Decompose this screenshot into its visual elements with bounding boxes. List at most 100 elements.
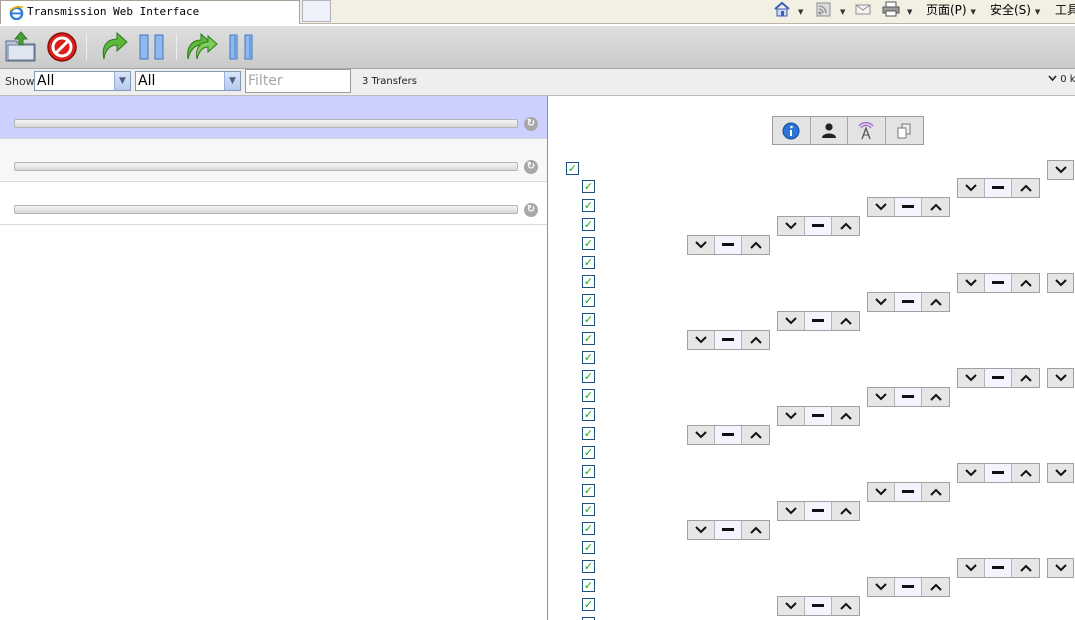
resume-all-icon[interactable] <box>184 29 220 65</box>
file-checkbox[interactable]: ✓ <box>582 427 595 440</box>
pause-all-icon[interactable] <box>225 29 261 65</box>
priority-high-button[interactable] <box>922 578 949 596</box>
priority-low-button[interactable] <box>958 559 985 577</box>
priority-normal-button[interactable] <box>985 274 1012 292</box>
torrent-row[interactable]: ↻ <box>0 139 547 182</box>
priority-high-button[interactable] <box>742 426 769 444</box>
priority-normal-button[interactable] <box>895 198 922 216</box>
priority-high-button[interactable] <box>832 407 859 425</box>
priority-normal-button[interactable] <box>715 426 742 444</box>
file-checkbox[interactable]: ✓ <box>582 541 595 554</box>
feed-dropdown[interactable]: ▼ <box>840 3 845 21</box>
expand-button[interactable] <box>1047 368 1074 388</box>
priority-normal-button[interactable] <box>715 521 742 539</box>
torrent-resume-icon[interactable]: ↻ <box>524 203 538 217</box>
expand-button[interactable] <box>1047 160 1074 180</box>
tab-files[interactable] <box>886 117 923 144</box>
priority-high-button[interactable] <box>1012 369 1039 387</box>
priority-high-button[interactable] <box>1012 559 1039 577</box>
priority-normal-button[interactable] <box>805 597 832 615</box>
resume-icon[interactable] <box>95 29 131 65</box>
priority-low-button[interactable] <box>958 274 985 292</box>
priority-normal-button[interactable] <box>805 502 832 520</box>
file-checkbox[interactable]: ✓ <box>582 199 595 212</box>
file-checkbox[interactable]: ✓ <box>582 294 595 307</box>
safety-menu[interactable]: 安全(S) ▼ <box>990 1 1040 19</box>
file-checkbox[interactable]: ✓ <box>582 218 595 231</box>
feed-icon[interactable] <box>814 1 834 17</box>
priority-normal-button[interactable] <box>985 559 1012 577</box>
priority-low-button[interactable] <box>688 521 715 539</box>
priority-high-button[interactable] <box>832 217 859 235</box>
new-tab-button[interactable] <box>302 0 331 22</box>
file-checkbox[interactable]: ✓ <box>582 275 595 288</box>
file-checkbox[interactable]: ✓ <box>582 370 595 383</box>
priority-high-button[interactable] <box>832 312 859 330</box>
file-checkbox[interactable]: ✓ <box>582 598 595 611</box>
priority-normal-button[interactable] <box>985 179 1012 197</box>
priority-normal-button[interactable] <box>805 407 832 425</box>
priority-low-button[interactable] <box>868 578 895 596</box>
priority-low-button[interactable] <box>688 236 715 254</box>
home-dropdown[interactable]: ▼ <box>798 3 803 21</box>
priority-low-button[interactable] <box>688 426 715 444</box>
priority-normal-button[interactable] <box>715 236 742 254</box>
priority-low-button[interactable] <box>778 597 805 615</box>
priority-low-button[interactable] <box>778 502 805 520</box>
torrent-resume-icon[interactable]: ↻ <box>524 160 538 174</box>
priority-normal-button[interactable] <box>715 331 742 349</box>
priority-low-button[interactable] <box>778 217 805 235</box>
priority-normal-button[interactable] <box>805 217 832 235</box>
torrent-row[interactable]: ↻ <box>0 96 547 139</box>
priority-high-button[interactable] <box>832 502 859 520</box>
print-icon[interactable] <box>881 1 901 17</box>
file-checkbox[interactable]: ✓ <box>582 446 595 459</box>
file-checkbox[interactable]: ✓ <box>582 313 595 326</box>
priority-low-button[interactable] <box>778 407 805 425</box>
priority-high-button[interactable] <box>742 236 769 254</box>
priority-low-button[interactable] <box>688 331 715 349</box>
priority-high-button[interactable] <box>832 597 859 615</box>
expand-button[interactable] <box>1047 558 1074 578</box>
pause-icon[interactable] <box>134 29 170 65</box>
priority-high-button[interactable] <box>1012 274 1039 292</box>
print-dropdown[interactable]: ▼ <box>907 3 912 21</box>
file-checkbox[interactable]: ✓ <box>582 465 595 478</box>
priority-normal-button[interactable] <box>895 578 922 596</box>
browser-tab[interactable]: Transmission Web Interface <box>0 0 300 24</box>
remove-icon[interactable] <box>44 29 80 65</box>
priority-normal-button[interactable] <box>895 293 922 311</box>
priority-high-button[interactable] <box>922 198 949 216</box>
tools-menu[interactable]: 工具 <box>1055 1 1075 19</box>
file-checkbox[interactable]: ✓ <box>582 389 595 402</box>
state-filter-select[interactable]: All ▼ <box>34 71 131 91</box>
tracker-filter-select[interactable]: All ▼ <box>135 71 241 91</box>
priority-normal-button[interactable] <box>985 464 1012 482</box>
file-checkbox[interactable]: ✓ <box>582 484 595 497</box>
priority-high-button[interactable] <box>922 293 949 311</box>
file-checkbox[interactable]: ✓ <box>582 180 595 193</box>
priority-normal-button[interactable] <box>985 369 1012 387</box>
priority-high-button[interactable] <box>922 483 949 501</box>
torrent-row[interactable]: ↻ <box>0 182 547 225</box>
file-checkbox[interactable]: ✓ <box>582 408 595 421</box>
priority-low-button[interactable] <box>958 179 985 197</box>
filter-input[interactable]: Filter <box>245 69 351 93</box>
priority-low-button[interactable] <box>868 388 895 406</box>
mail-icon[interactable] <box>853 1 873 17</box>
priority-low-button[interactable] <box>958 464 985 482</box>
home-icon[interactable] <box>772 1 792 17</box>
tab-peers[interactable] <box>811 117 848 144</box>
priority-high-button[interactable] <box>1012 179 1039 197</box>
file-checkbox[interactable]: ✓ <box>582 237 595 250</box>
file-checkbox[interactable]: ✓ <box>582 256 595 269</box>
priority-high-button[interactable] <box>922 388 949 406</box>
expand-button[interactable] <box>1047 273 1074 293</box>
priority-normal-button[interactable] <box>895 483 922 501</box>
tab-info[interactable] <box>773 117 811 144</box>
priority-low-button[interactable] <box>868 483 895 501</box>
file-checkbox[interactable]: ✓ <box>582 579 595 592</box>
expand-button[interactable] <box>1047 463 1074 483</box>
tab-trackers[interactable] <box>848 117 886 144</box>
open-icon[interactable] <box>3 29 39 65</box>
